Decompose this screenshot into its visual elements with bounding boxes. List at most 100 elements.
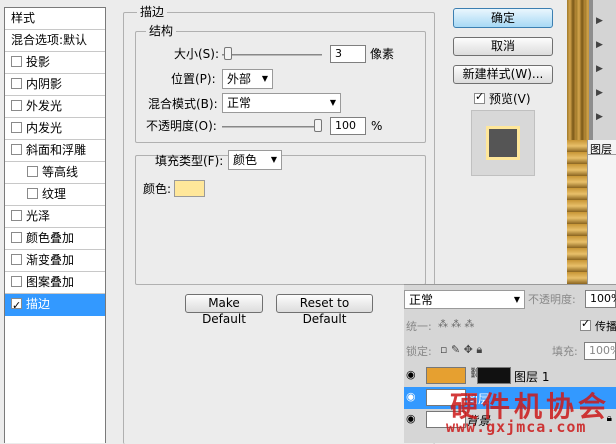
watermark-url: www.gxjmca.com bbox=[446, 418, 587, 436]
blend-mode-value: 正常 bbox=[227, 96, 252, 110]
size-slider-track[interactable] bbox=[222, 54, 322, 56]
position-label: 位置(P): bbox=[171, 72, 216, 86]
eye-icon[interactable]: ◉ bbox=[406, 368, 416, 381]
play-icon[interactable]: ▶ bbox=[596, 40, 603, 50]
style-item-checkbox[interactable] bbox=[11, 78, 22, 89]
style-item-label: 内阴影 bbox=[26, 77, 63, 91]
opacity-input[interactable]: 100 bbox=[330, 117, 366, 135]
style-item-checkbox[interactable] bbox=[11, 122, 22, 133]
opacity-slider-track[interactable] bbox=[222, 126, 322, 128]
style-item-label: 纹理 bbox=[42, 187, 67, 201]
fill-label: 填充: bbox=[552, 345, 578, 358]
style-item-label: 颜色叠加 bbox=[26, 231, 75, 245]
canvas-strip bbox=[567, 0, 589, 140]
style-item-label: 内发光 bbox=[26, 121, 63, 135]
propagate-toggle[interactable]: 传播 bbox=[580, 317, 616, 334]
size-input[interactable]: 3 bbox=[330, 45, 366, 63]
stroke-title: 描边 bbox=[137, 5, 168, 19]
style-item[interactable]: 光泽 bbox=[5, 206, 105, 228]
layer-opacity-input[interactable]: 100% bbox=[585, 290, 616, 308]
style-item-checkbox[interactable] bbox=[11, 232, 22, 243]
propagate-checkbox[interactable] bbox=[580, 317, 591, 331]
position-value: 外部 bbox=[227, 72, 252, 86]
style-item[interactable]: 颜色叠加 bbox=[5, 228, 105, 250]
opacity-label: 不透明度(O): bbox=[146, 119, 217, 133]
layer-mask-thumbnail bbox=[477, 367, 511, 384]
ok-button[interactable]: 确定 bbox=[453, 8, 553, 28]
color-swatch[interactable] bbox=[174, 180, 205, 197]
preview-checkbox[interactable] bbox=[474, 90, 485, 104]
layer-thumbnail bbox=[426, 367, 466, 384]
style-item[interactable]: 外发光 bbox=[5, 96, 105, 118]
style-item-checkbox[interactable] bbox=[11, 276, 22, 287]
style-item[interactable]: 内阴影 bbox=[5, 74, 105, 96]
style-preview-thumbnail bbox=[471, 110, 535, 176]
style-item-checkbox[interactable] bbox=[11, 295, 22, 315]
style-item[interactable]: 图案叠加 bbox=[5, 272, 105, 294]
reset-default-button[interactable]: Reset to Default bbox=[276, 294, 373, 326]
size-unit: 像素 bbox=[370, 47, 395, 61]
unify-label: 统一: bbox=[406, 320, 432, 333]
style-item-checkbox[interactable] bbox=[11, 210, 22, 221]
style-item-checkbox[interactable] bbox=[27, 188, 38, 199]
style-item-label: 投影 bbox=[26, 55, 51, 69]
actions-panel: ▶ ▶ ▶ ▶ ▶ bbox=[593, 0, 616, 140]
blend-mode-label: 混合模式(B): bbox=[148, 97, 218, 111]
layer-blend-mode-value: 正常 bbox=[409, 293, 434, 307]
chevron-down-icon: ▼ bbox=[261, 74, 268, 83]
style-item[interactable]: 等高线 bbox=[5, 162, 105, 184]
fill-type-value: 颜色 bbox=[233, 153, 258, 167]
eye-icon[interactable]: ◉ bbox=[406, 412, 416, 425]
fill-group bbox=[135, 155, 426, 285]
layer-opacity-label: 不透明度: bbox=[528, 293, 576, 306]
play-icon[interactable]: ▶ bbox=[596, 16, 603, 26]
layers-tab-area: 图层 bbox=[587, 140, 616, 284]
style-item[interactable]: 斜面和浮雕 bbox=[5, 140, 105, 162]
style-item-label: 外发光 bbox=[26, 99, 63, 113]
unify-icons[interactable]: ⁂ ⁂ ⁂ bbox=[438, 319, 474, 330]
play-icon[interactable]: ▶ bbox=[596, 88, 603, 98]
layer-row[interactable]: ◉ ⛓ 图层 1 bbox=[404, 365, 616, 387]
lock-icons[interactable]: ▫ ✎ ✥ 🔒︎ bbox=[440, 343, 482, 357]
make-default-button[interactable]: Make Default bbox=[185, 294, 263, 326]
layer-blend-mode-select[interactable]: 正常 ▼ bbox=[404, 290, 525, 309]
blend-mode-select[interactable]: 正常 ▼ bbox=[222, 93, 341, 113]
style-item-label: 描边 bbox=[26, 297, 51, 311]
preview-label: 预览(V) bbox=[489, 92, 531, 106]
lock-label: 锁定: bbox=[406, 345, 432, 358]
structure-title: 结构 bbox=[146, 24, 177, 38]
style-item[interactable]: 描边 bbox=[5, 294, 105, 316]
size-slider-thumb[interactable] bbox=[223, 47, 232, 60]
play-icon[interactable]: ▶ bbox=[596, 64, 603, 74]
style-list: 样式 混合选项:默认 投影内阴影外发光内发光斜面和浮雕 等高线纹理光泽颜色叠加渐变… bbox=[4, 7, 106, 443]
chevron-down-icon: ▼ bbox=[329, 98, 336, 107]
preview-toggle[interactable]: 预览(V) bbox=[474, 90, 531, 107]
color-label: 颜色: bbox=[143, 182, 172, 196]
fill-input[interactable]: 100% bbox=[584, 342, 616, 360]
style-list-header[interactable]: 样式 bbox=[5, 8, 105, 30]
style-item-checkbox[interactable] bbox=[27, 166, 38, 177]
style-item-checkbox[interactable] bbox=[11, 144, 22, 155]
eye-icon[interactable]: ◉ bbox=[406, 390, 416, 403]
play-icon[interactable]: ▶ bbox=[596, 112, 603, 122]
position-select[interactable]: 外部 ▼ bbox=[222, 69, 273, 89]
style-item[interactable]: 纹理 bbox=[5, 184, 105, 206]
opacity-slider-thumb[interactable] bbox=[314, 119, 322, 132]
style-item-checkbox[interactable] bbox=[11, 100, 22, 111]
style-blend-options[interactable]: 混合选项:默认 bbox=[5, 30, 105, 52]
cancel-button[interactable]: 取消 bbox=[453, 37, 553, 56]
fill-type-select[interactable]: 颜色 ▼ bbox=[228, 150, 282, 170]
style-item-label: 图案叠加 bbox=[26, 275, 75, 289]
new-style-button[interactable]: 新建样式(W)... bbox=[453, 65, 553, 84]
style-item-checkbox[interactable] bbox=[11, 254, 22, 265]
style-item[interactable]: 内发光 bbox=[5, 118, 105, 140]
chevron-down-icon: ▼ bbox=[513, 295, 520, 304]
size-label: 大小(S): bbox=[174, 47, 220, 61]
style-item[interactable]: 渐变叠加 bbox=[5, 250, 105, 272]
chevron-down-icon: ▼ bbox=[270, 155, 277, 164]
propagate-label: 传播 bbox=[595, 320, 616, 333]
style-item[interactable]: 投影 bbox=[5, 52, 105, 74]
canvas-strip-lower bbox=[567, 140, 587, 284]
opacity-unit: % bbox=[371, 119, 383, 133]
style-item-checkbox[interactable] bbox=[11, 56, 22, 67]
